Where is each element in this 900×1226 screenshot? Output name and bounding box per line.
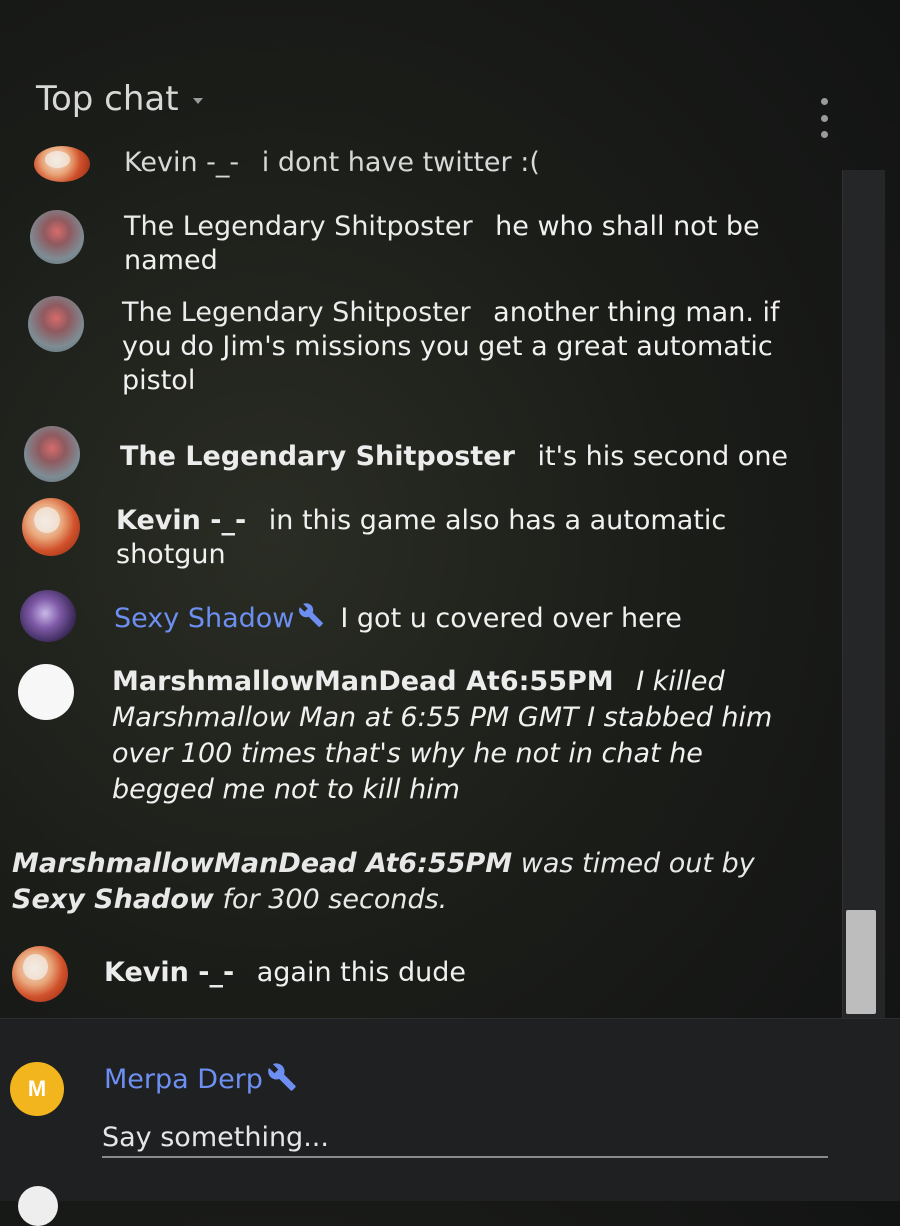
message-text: again this dude — [256, 957, 467, 988]
chat-message-input[interactable] — [102, 1118, 828, 1158]
moderator-name: Sexy Shadow — [12, 884, 214, 915]
avatar[interactable] — [30, 210, 84, 264]
avatar[interactable] — [34, 146, 90, 182]
composer-author: Merpa Derp — [104, 1062, 297, 1099]
avatar[interactable] — [24, 426, 80, 482]
chat-mode-selector[interactable]: Top chat — [36, 76, 203, 122]
timed-out-user: MarshmallowManDead At6:55PM — [12, 848, 513, 879]
moderation-notice: MarshmallowManDead At6:55PM was timed ou… — [12, 846, 792, 918]
live-chat-panel: Top chat Kevin -_- i dont have twitter :… — [0, 0, 900, 1226]
chat-message: The Legendary Shitposter he who shall no… — [30, 210, 800, 278]
composer-avatar: M — [10, 1062, 64, 1116]
message-author[interactable]: Kevin -_- — [104, 957, 234, 988]
chat-message: The Legendary Shitposter it's his second… — [24, 426, 824, 482]
chat-message: Kevin -_- i dont have twitter :( — [34, 146, 824, 182]
avatar[interactable] — [28, 296, 84, 352]
message-author[interactable]: Sexy Shadow — [114, 603, 294, 634]
avatar[interactable] — [12, 946, 68, 1002]
avatar-letter: M — [27, 1076, 47, 1101]
avatar[interactable] — [18, 664, 74, 720]
chat-mode-label: Top chat — [36, 79, 179, 119]
chat-message: Sexy Shadow I got u covered over here — [20, 590, 820, 642]
chevron-down-icon — [192, 98, 203, 104]
wrench-icon — [267, 1062, 297, 1099]
chat-composer — [0, 1018, 900, 1201]
message-author[interactable]: The Legendary Shitposter — [122, 297, 471, 328]
avatar[interactable] — [22, 498, 80, 556]
chat-message: Kevin -_- in this game also has a automa… — [22, 498, 822, 572]
chat-message: MarshmallowManDead At6:55PM I killed Mar… — [18, 664, 818, 808]
message-author[interactable]: The Legendary Shitposter — [120, 441, 515, 472]
avatar[interactable] — [20, 590, 76, 642]
chat-message: Kevin -_- again this dude — [12, 946, 812, 1002]
chat-message: The Legendary Shitposter another thing m… — [28, 296, 818, 398]
message-text: i dont have twitter :( — [261, 147, 540, 178]
emoji-icon[interactable] — [18, 1186, 58, 1226]
chat-scrollbar-thumb[interactable] — [846, 910, 876, 1014]
chat-scrollbar-track[interactable] — [842, 170, 885, 1018]
message-author[interactable]: Kevin -_- — [124, 147, 239, 178]
notice-duration: for 300 seconds. — [222, 884, 448, 915]
message-author[interactable]: The Legendary Shitposter — [124, 211, 473, 242]
wrench-icon — [298, 602, 324, 637]
more-vert-icon[interactable] — [814, 98, 834, 138]
notice-text: was timed out by — [520, 848, 755, 879]
message-author[interactable]: Kevin -_- — [116, 505, 246, 536]
message-text: it's his second one — [537, 441, 789, 472]
composer-author-name: Merpa Derp — [104, 1064, 263, 1095]
message-text: I got u covered over here — [340, 603, 682, 634]
message-author[interactable]: MarshmallowManDead At6:55PM — [112, 666, 614, 697]
